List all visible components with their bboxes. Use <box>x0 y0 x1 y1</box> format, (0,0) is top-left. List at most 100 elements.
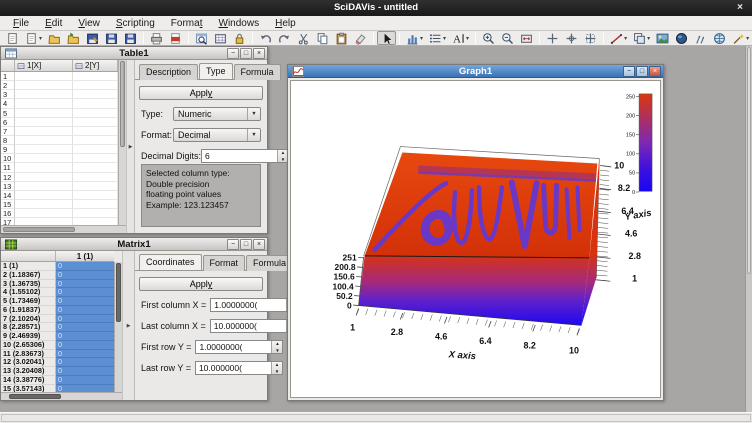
table-cell[interactable] <box>73 81 118 90</box>
add-layer-button[interactable]: ▾ <box>630 31 653 45</box>
paste-selection-button[interactable] <box>332 31 351 45</box>
table-cell[interactable] <box>15 173 73 182</box>
matrix-cell-selected[interactable]: 0 <box>56 367 114 376</box>
matrix-cell-selected[interactable]: 0 <box>56 332 114 341</box>
menu-format[interactable]: Format <box>163 18 211 29</box>
import-ascii-button[interactable] <box>64 31 83 45</box>
table-cell[interactable] <box>15 118 73 127</box>
menu-scripting[interactable]: Scripting <box>108 18 163 29</box>
matrix1-tab-formula[interactable]: Formula <box>246 255 293 271</box>
table-cell[interactable] <box>73 99 118 108</box>
row-number[interactable]: 9 <box>1 145 15 154</box>
table-cell[interactable] <box>73 145 118 154</box>
table1-decimal-spinbox[interactable]: 6▲▼ <box>201 149 289 163</box>
table-cell[interactable] <box>73 163 118 172</box>
row-number[interactable]: 13 <box>1 182 15 191</box>
table-column-header[interactable]: 2[Y] <box>73 60 118 71</box>
table-cell[interactable] <box>73 127 118 136</box>
row-number[interactable]: 3 <box>1 90 15 99</box>
table1-tab-description[interactable]: Description <box>139 64 198 80</box>
matrix1-coordinate-spinbox-1[interactable]: 10.000000(▲▼ <box>210 319 298 333</box>
row-number[interactable]: 10 <box>1 154 15 163</box>
add-image-button[interactable] <box>653 31 672 45</box>
matrix-cell-selected[interactable]: 0 <box>56 358 114 367</box>
table-cell[interactable] <box>15 154 73 163</box>
row-number[interactable]: 7 <box>1 127 15 136</box>
graph1-window[interactable]: Graph1 −□× <box>287 64 664 401</box>
matrix-cell-selected[interactable]: 0 <box>56 271 114 280</box>
table1-tab-type[interactable]: Type <box>199 63 233 79</box>
new-window-button[interactable]: ▾ <box>22 31 45 45</box>
table-cell[interactable] <box>15 109 73 118</box>
graph1-canvas[interactable]: 12.84.66.48.210 108.26.44.62.81 251200.8… <box>290 80 661 398</box>
matrix-cell-selected[interactable]: 0 <box>56 323 114 332</box>
table-cell[interactable] <box>73 173 118 182</box>
matrix1-grid[interactable]: 1 (1)1 (1)02 (1.18367)03 (1.36735)04 (1.… <box>1 251 114 392</box>
cut-selection-button[interactable] <box>294 31 313 45</box>
new-project-button[interactable] <box>3 31 22 45</box>
matrix-cell-selected[interactable]: 0 <box>56 306 114 315</box>
row-number[interactable]: 15 <box>1 200 15 209</box>
app-close-icon[interactable]: × <box>733 0 747 15</box>
matrix-cell-selected[interactable]: 0 <box>56 262 114 271</box>
table1-close-button[interactable]: × <box>253 48 265 59</box>
table-cell[interactable] <box>15 218 73 225</box>
table-corner-cell[interactable] <box>1 60 15 71</box>
row-number[interactable]: 12 <box>1 173 15 182</box>
table1-window[interactable]: Table1 −□× 1[X]2[Y]123456789101112131415… <box>0 46 268 234</box>
table-cell[interactable] <box>73 154 118 163</box>
row-number[interactable]: 14 <box>1 191 15 200</box>
row-number[interactable]: 6 <box>1 118 15 127</box>
plot-pie-button[interactable] <box>672 31 691 45</box>
save-template-button[interactable] <box>121 31 140 45</box>
plot-globe-button[interactable] <box>710 31 729 45</box>
matrix-cell-selected[interactable]: 0 <box>56 376 114 385</box>
table-cell[interactable] <box>73 191 118 200</box>
table-cell[interactable] <box>15 127 73 136</box>
find-window-button[interactable] <box>192 31 211 45</box>
zoom-in-button[interactable] <box>479 31 498 45</box>
spin-down-icon[interactable]: ▼ <box>272 369 282 376</box>
table-cell[interactable] <box>73 72 118 81</box>
row-number[interactable]: 11 <box>1 163 15 172</box>
clear-selection-button[interactable] <box>351 31 370 45</box>
row-statistics-button[interactable]: ▾ <box>426 31 449 45</box>
spinner-buttons[interactable]: ▲▼ <box>271 362 282 374</box>
matrix1-tab-coordinates[interactable]: Coordinates <box>139 254 202 270</box>
select-data-range-button[interactable] <box>581 31 600 45</box>
menu-windows[interactable]: Windows <box>210 18 267 29</box>
export-pdf-button[interactable] <box>166 31 185 45</box>
row-number[interactable]: 2 <box>1 81 15 90</box>
table-cell[interactable] <box>15 163 73 172</box>
row-number[interactable]: 16 <box>1 209 15 218</box>
data-reader-button[interactable] <box>562 31 581 45</box>
spin-down-icon[interactable]: ▼ <box>272 348 282 355</box>
matrix-cell-selected[interactable]: 0 <box>56 350 114 359</box>
save-project-button[interactable] <box>102 31 121 45</box>
table-cell[interactable] <box>15 209 73 218</box>
matrix-cell-selected[interactable]: 0 <box>56 385 114 393</box>
row-number[interactable]: 17 <box>1 218 15 225</box>
table-cell[interactable] <box>73 209 118 218</box>
spinner-buttons[interactable]: ▲▼ <box>271 341 282 353</box>
matrix-cell-selected[interactable]: 0 <box>56 341 114 350</box>
menu-view[interactable]: View <box>70 18 108 29</box>
undo-button[interactable] <box>256 31 275 45</box>
matrix1-panel-collapse-handle[interactable]: ▶ <box>122 251 134 400</box>
table-column-header[interactable]: 1[X] <box>15 60 73 71</box>
lock-aspect-button[interactable] <box>230 31 249 45</box>
table1-panel-collapse-handle[interactable]: ▶ <box>126 60 134 233</box>
table-cell[interactable] <box>15 90 73 99</box>
table-cell[interactable] <box>15 182 73 191</box>
table1-titlebar[interactable]: Table1 −□× <box>1 47 267 60</box>
table-cell[interactable] <box>73 118 118 127</box>
matrix-cell-selected[interactable]: 0 <box>56 288 114 297</box>
matrix-cell-selected[interactable]: 0 <box>56 297 114 306</box>
table1-tab-formula[interactable]: Formula <box>234 64 281 80</box>
table-cell[interactable] <box>15 72 73 81</box>
add-text-button[interactable]: A▾ <box>449 31 472 45</box>
matrix1-vertical-scrollbar[interactable] <box>114 262 122 392</box>
row-number[interactable]: 5 <box>1 109 15 118</box>
zoom-out-button[interactable] <box>498 31 517 45</box>
workspace-scrollbar[interactable] <box>745 46 752 412</box>
